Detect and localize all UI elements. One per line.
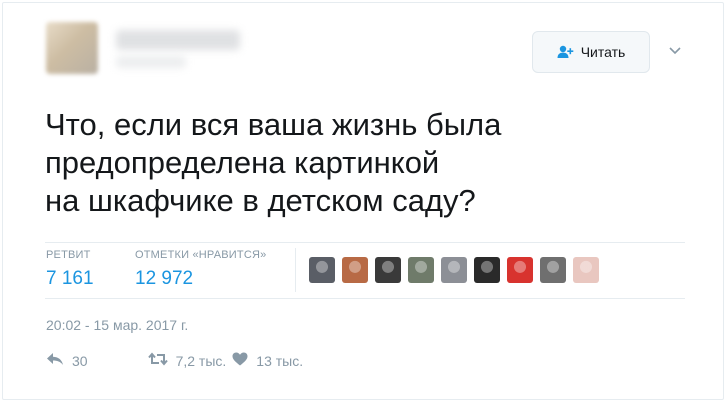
liker-avatar[interactable] — [573, 257, 599, 283]
like-action[interactable]: 13 тыс. — [232, 352, 303, 369]
liker-avatar[interactable] — [408, 257, 434, 283]
retweets-stat[interactable]: РЕТВИТ 7 161 — [46, 249, 94, 290]
liker-avatars — [309, 257, 599, 283]
likes-label: ОТМЕТКИ «НРАВИТСЯ» — [135, 249, 267, 261]
author-handle-blurred[interactable] — [116, 56, 186, 68]
liker-avatar[interactable] — [474, 257, 500, 283]
retweet-action[interactable]: 7,2 тыс. — [147, 352, 227, 369]
tweet-text-line: предопределена картинкой — [45, 145, 440, 180]
author-name-blurred[interactable] — [116, 30, 240, 50]
follow-button-label: Читать — [580, 44, 626, 60]
tweet-text-line: Что, если вся ваша жизнь была — [45, 107, 502, 142]
retweets-value: 7 161 — [46, 268, 94, 289]
like-count: 13 тыс. — [256, 352, 304, 369]
reply-action[interactable]: 30 — [46, 352, 88, 369]
likes-stat[interactable]: ОТМЕТКИ «НРАВИТСЯ» 12 972 — [135, 249, 266, 290]
retweet-count: 7,2 тыс. — [175, 352, 227, 369]
chevron-down-icon[interactable] — [664, 40, 686, 62]
stats-separator — [295, 248, 296, 292]
liker-avatar[interactable] — [375, 257, 401, 283]
tweet-text-line: на шкафчике в детском саду? — [45, 183, 476, 218]
stats-top-divider — [45, 242, 685, 243]
stats-bottom-divider — [45, 298, 685, 299]
likes-value: 12 972 — [135, 268, 194, 289]
heart-icon — [232, 352, 248, 369]
tweet-actions: 30 7,2 тыс. 13 тыс. — [46, 352, 303, 369]
reply-count: 30 — [72, 352, 88, 369]
liker-avatar[interactable] — [441, 257, 467, 283]
retweet-icon — [147, 352, 168, 369]
reply-icon — [46, 352, 64, 369]
liker-avatar[interactable] — [342, 257, 368, 283]
retweets-label: РЕТВИТ — [46, 249, 91, 261]
author-avatar[interactable] — [46, 22, 98, 74]
follow-button[interactable]: Читать — [532, 31, 650, 73]
liker-avatar[interactable] — [309, 257, 335, 283]
liker-avatar[interactable] — [507, 257, 533, 283]
follow-icon — [557, 45, 574, 59]
tweet-timestamp[interactable]: 20:02 - 15 мар. 2017 г. — [46, 317, 188, 333]
tweet-text: Что, если вся ваша жизнь была предопреде… — [45, 106, 685, 220]
liker-avatar[interactable] — [540, 257, 566, 283]
